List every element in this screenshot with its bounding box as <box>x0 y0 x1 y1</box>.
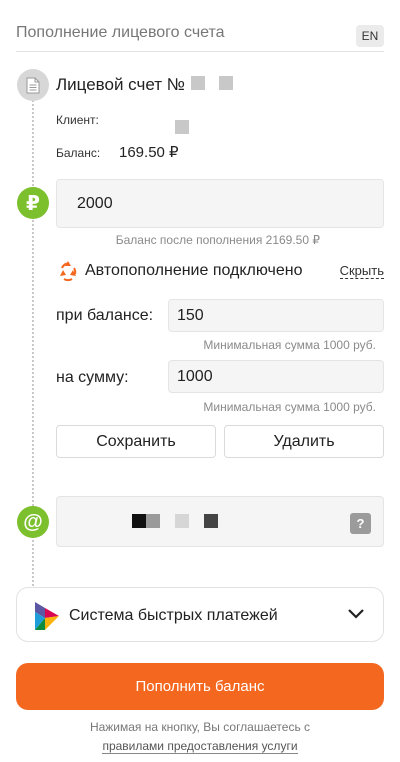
masked-account-digit <box>219 76 233 90</box>
email-input[interactable]: ? <box>56 496 384 547</box>
autopay-amount-input[interactable]: 1000 <box>168 360 384 393</box>
amount-input[interactable]: 2000 <box>56 179 384 228</box>
account-number-title: Лицевой счет № <box>56 75 185 94</box>
balance-value: 169.50 ₽ <box>119 144 179 161</box>
page-header: Пополнение лицевого счета EN <box>16 20 384 52</box>
threshold-label: при балансе: <box>56 307 154 324</box>
page-title: Пополнение лицевого счета <box>16 24 225 41</box>
balance-after-topup: Баланс после пополнения 2169.50 ₽ <box>115 233 320 247</box>
ruble-icon: ₽ <box>17 187 49 219</box>
amount-value: 2000 <box>77 195 113 212</box>
autopay-amount-min-note: Минимальная сумма 1000 руб. <box>203 400 376 414</box>
masked-account-digit <box>191 76 205 90</box>
masked-email-char <box>146 514 160 528</box>
masked-email-char <box>132 514 146 528</box>
terms-text: Нажимая на кнопку, Вы соглашаетесь с <box>89 720 311 734</box>
masked-email-char <box>204 514 218 528</box>
client-label: Клиент: <box>56 113 99 127</box>
threshold-min-note: Минимальная сумма 1000 руб. <box>203 338 376 352</box>
save-button[interactable]: Сохранить <box>56 425 216 458</box>
threshold-value: 150 <box>177 307 204 324</box>
sbp-title: Система быстрых платежей <box>69 607 278 624</box>
terms-line: правилами предоставления услуги <box>0 739 400 754</box>
masked-client-name <box>175 120 189 134</box>
terms-link[interactable]: правилами предоставления услуги <box>102 739 298 754</box>
threshold-input[interactable]: 150 <box>168 299 384 332</box>
autopay-amount-label: на сумму: <box>56 369 129 386</box>
at-icon: @ <box>17 506 49 538</box>
sbp-payment-option[interactable]: Система быстрых платежей <box>16 587 384 642</box>
sbp-logo-icon <box>35 602 59 630</box>
autopay-icon <box>60 261 77 282</box>
hide-autopay-link[interactable]: Скрыть <box>339 264 384 279</box>
masked-email-char <box>175 514 189 528</box>
language-switch-button[interactable]: EN <box>356 25 384 47</box>
document-icon <box>17 69 49 101</box>
autopay-status: Автопополнение подключено <box>85 262 303 279</box>
email-help-button[interactable]: ? <box>350 513 371 534</box>
autopay-amount-value: 1000 <box>177 368 213 385</box>
chevron-down-icon <box>348 609 364 619</box>
balance-label: Баланс: <box>56 146 101 160</box>
delete-button[interactable]: Удалить <box>224 425 384 458</box>
top-up-balance-button[interactable]: Пополнить баланс <box>16 663 384 710</box>
